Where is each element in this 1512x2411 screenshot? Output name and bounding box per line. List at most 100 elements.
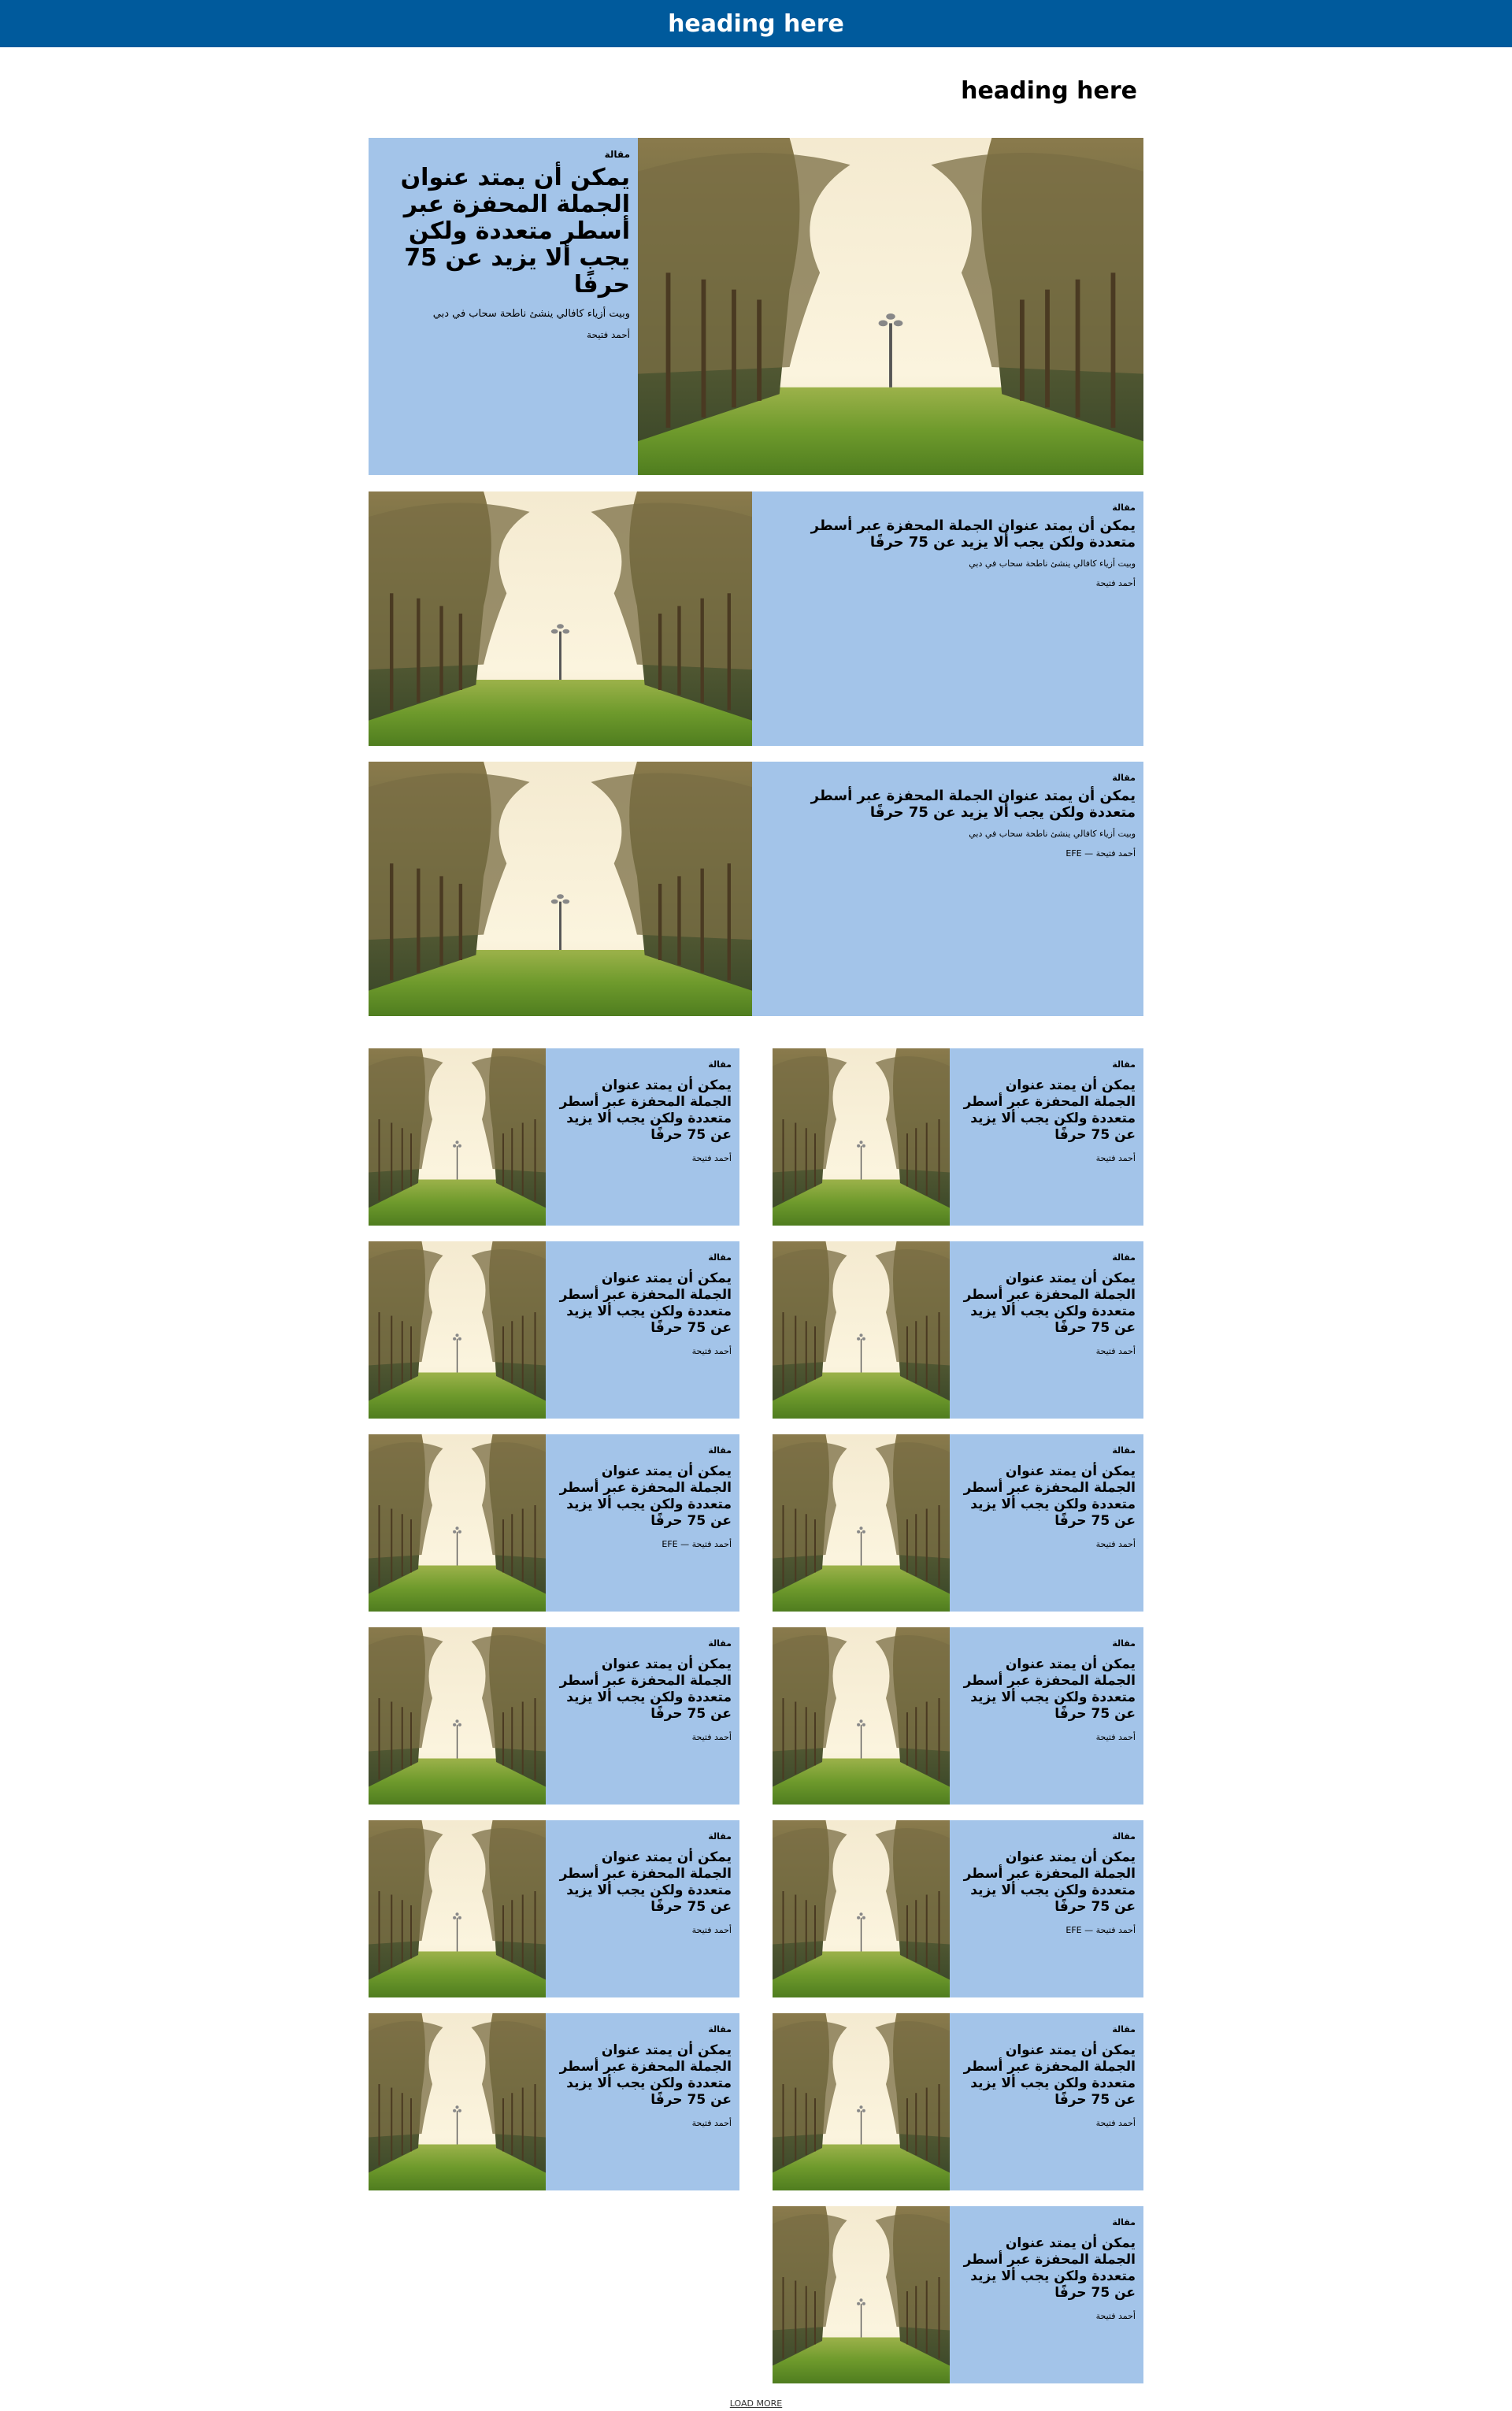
card-title[interactable]: يمكن أن يمتد عنوان الجملة المحفزة عبر أس…	[961, 1078, 1136, 1144]
card-text: مقالة يمكن أن يمتد عنوان الجملة المحفزة ع…	[546, 1048, 739, 1163]
card-image[interactable]	[369, 1627, 546, 1805]
small-card[interactable]: مقالة يمكن أن يمتد عنوان الجملة المحفزة ع…	[369, 2013, 739, 2190]
hero-text: مقالة يمكن أن يمتد عنوان الجملة المحفزة …	[369, 138, 638, 340]
card-image[interactable]	[369, 762, 752, 1016]
card-title[interactable]: يمكن أن يمتد عنوان الجملة المحفزة عبر أس…	[961, 1656, 1136, 1723]
medium-card[interactable]: مقالة يمكن أن يمتد عنوان الجملة المحفزة …	[369, 491, 1143, 746]
card-subtitle: وبيت أزياء كافالي ينشئ ناطحة سحاب في دبي	[969, 558, 1136, 569]
hero-title[interactable]: يمكن أن يمتد عنوان الجملة المحفزة عبر أس…	[384, 165, 630, 299]
card-image[interactable]	[773, 1820, 950, 1997]
hero-card[interactable]: مقالة يمكن أن يمتد عنوان الجملة المحفزة …	[369, 138, 1143, 475]
card-title[interactable]: يمكن أن يمتد عنوان الجملة المحفزة عبر أس…	[768, 517, 1136, 551]
card-text: مقالة يمكن أن يمتد عنوان الجملة المحفزة ع…	[950, 2206, 1143, 2321]
card-author[interactable]: أحمد فتيحة	[557, 1732, 732, 1742]
small-card[interactable]: مقالة يمكن أن يمتد عنوان الجملة المحفزة ع…	[773, 2206, 1143, 2383]
card-category: مقالة	[1112, 773, 1136, 783]
card-author[interactable]: أحمد فتيحة	[961, 2311, 1136, 2321]
card-text: مقالة يمكن أن يمتد عنوان الجملة المحفزة ع…	[950, 1434, 1143, 1549]
section-heading: heading here	[961, 77, 1137, 105]
card-image[interactable]	[369, 1820, 546, 1997]
card-image[interactable]	[369, 1241, 546, 1419]
top-bar: heading here	[0, 0, 1512, 47]
load-more-link[interactable]: LOAD MORE	[0, 2398, 1512, 2409]
card-text: مقالة يمكن أن يمتد عنوان الجملة المحفزة ع…	[950, 1048, 1143, 1163]
hero-subtitle: وبيت أزياء كافالي ينشئ ناطحة سحاب في دبي	[432, 308, 630, 320]
card-category: مقالة	[708, 2024, 732, 2035]
small-card[interactable]: مقالة يمكن أن يمتد عنوان الجملة المحفزة ع…	[773, 1627, 1143, 1805]
card-category: مقالة	[1112, 1059, 1136, 1070]
hero-image[interactable]	[638, 138, 1143, 475]
card-title[interactable]: يمكن أن يمتد عنوان الجملة المحفزة عبر أس…	[961, 1270, 1136, 1337]
hero-author[interactable]: أحمد فتيحة	[384, 329, 630, 340]
card-category: مقالة	[708, 1831, 732, 1842]
card-text: مقالة يمكن أن يمتد عنوان الجملة المحفزة ع…	[546, 1434, 739, 1549]
small-card[interactable]: مقالة يمكن أن يمتد عنوان الجملة المحفزة ع…	[773, 1048, 1143, 1226]
card-category: مقالة	[708, 1252, 732, 1263]
card-text: مقالة يمكن أن يمتد عنوان الجملة المحفزة ع…	[950, 1241, 1143, 1356]
card-image[interactable]	[773, 1241, 950, 1419]
card-image[interactable]	[369, 1434, 546, 1612]
card-category: مقالة	[1112, 1831, 1136, 1842]
card-category: مقالة	[1112, 2024, 1136, 2035]
card-title[interactable]: يمكن أن يمتد عنوان الجملة المحفزة عبر أس…	[557, 1078, 732, 1144]
card-title[interactable]: يمكن أن يمتد عنوان الجملة المحفزة عبر أس…	[961, 1849, 1136, 1916]
card-author[interactable]: أحمد فتيحة	[557, 2118, 732, 2128]
card-author[interactable]: أحمد فتيحة — EFE	[961, 1925, 1136, 1935]
card-author[interactable]: أحمد فتيحة	[557, 1925, 732, 1935]
card-category: مقالة	[1112, 503, 1136, 513]
card-image[interactable]	[773, 2013, 950, 2190]
card-category: مقالة	[708, 1059, 732, 1070]
small-card[interactable]: مقالة يمكن أن يمتد عنوان الجملة المحفزة ع…	[369, 1241, 739, 1419]
card-title[interactable]: يمكن أن يمتد عنوان الجملة المحفزة عبر أس…	[557, 2042, 732, 2109]
small-card[interactable]: مقالة يمكن أن يمتد عنوان الجملة المحفزة ع…	[369, 1820, 739, 1997]
card-author[interactable]: أحمد فتيحة — EFE	[768, 848, 1136, 859]
card-text: مقالة يمكن أن يمتد عنوان الجملة المحفزة ع…	[950, 1820, 1143, 1935]
small-card[interactable]: مقالة يمكن أن يمتد عنوان الجملة المحفزة ع…	[369, 1627, 739, 1805]
small-card[interactable]: مقالة يمكن أن يمتد عنوان الجملة المحفزة ع…	[773, 1434, 1143, 1612]
small-card[interactable]: مقالة يمكن أن يمتد عنوان الجملة المحفزة ع…	[369, 1434, 739, 1612]
card-title[interactable]: يمكن أن يمتد عنوان الجملة المحفزة عبر أس…	[961, 2235, 1136, 2302]
card-title[interactable]: يمكن أن يمتد عنوان الجملة المحفزة عبر أس…	[557, 1270, 732, 1337]
card-author[interactable]: أحمد فتيحة	[557, 1346, 732, 1356]
card-subtitle: وبيت أزياء كافالي ينشئ ناطحة سحاب في دبي	[969, 829, 1136, 839]
card-category: مقالة	[1112, 1252, 1136, 1263]
card-title[interactable]: يمكن أن يمتد عنوان الجملة المحفزة عبر أس…	[557, 1849, 732, 1916]
hero-category: مقالة	[604, 149, 630, 160]
card-author[interactable]: أحمد فتيحة	[961, 1539, 1136, 1549]
card-image[interactable]	[773, 2206, 950, 2383]
card-author[interactable]: أحمد فتيحة	[961, 1153, 1136, 1163]
card-text: مقالة يمكن أن يمتد عنوان الجملة المحفزة ع…	[950, 2013, 1143, 2128]
small-card[interactable]: مقالة يمكن أن يمتد عنوان الجملة المحفزة ع…	[369, 1048, 739, 1226]
card-author[interactable]: أحمد فتيحة	[961, 1346, 1136, 1356]
card-text: مقالة يمكن أن يمتد عنوان الجملة المحفزة ع…	[546, 2013, 739, 2128]
card-category: مقالة	[1112, 2217, 1136, 2227]
card-category: مقالة	[708, 1445, 732, 1456]
small-card[interactable]: مقالة يمكن أن يمتد عنوان الجملة المحفزة ع…	[773, 2013, 1143, 2190]
card-text: مقالة يمكن أن يمتد عنوان الجملة المحفزة ع…	[950, 1627, 1143, 1742]
card-title[interactable]: يمكن أن يمتد عنوان الجملة المحفزة عبر أس…	[961, 1463, 1136, 1530]
card-image[interactable]	[369, 2013, 546, 2190]
card-image[interactable]	[369, 491, 752, 746]
card-title[interactable]: يمكن أن يمتد عنوان الجملة المحفزة عبر أس…	[768, 788, 1136, 821]
card-author[interactable]: أحمد فتيحة	[961, 2118, 1136, 2128]
card-author[interactable]: أحمد فتيحة	[961, 1732, 1136, 1742]
card-title[interactable]: يمكن أن يمتد عنوان الجملة المحفزة عبر أس…	[557, 1463, 732, 1530]
card-title[interactable]: يمكن أن يمتد عنوان الجملة المحفزة عبر أس…	[961, 2042, 1136, 2109]
card-image[interactable]	[369, 1048, 546, 1226]
medium-card[interactable]: مقالة يمكن أن يمتد عنوان الجملة المحفزة …	[369, 762, 1143, 1016]
card-text: مقالة يمكن أن يمتد عنوان الجملة المحفزة …	[752, 762, 1143, 859]
card-author[interactable]: أحمد فتيحة	[768, 578, 1136, 588]
card-author[interactable]: أحمد فتيحة	[557, 1153, 732, 1163]
card-image[interactable]	[773, 1048, 950, 1226]
small-card[interactable]: مقالة يمكن أن يمتد عنوان الجملة المحفزة ع…	[773, 1820, 1143, 1997]
card-image[interactable]	[773, 1627, 950, 1805]
card-text: مقالة يمكن أن يمتد عنوان الجملة المحفزة ع…	[546, 1241, 739, 1356]
card-category: مقالة	[1112, 1445, 1136, 1456]
small-card[interactable]: مقالة يمكن أن يمتد عنوان الجملة المحفزة ع…	[773, 1241, 1143, 1419]
card-category: مقالة	[1112, 1638, 1136, 1649]
card-title[interactable]: يمكن أن يمتد عنوان الجملة المحفزة عبر أس…	[557, 1656, 732, 1723]
card-text: مقالة يمكن أن يمتد عنوان الجملة المحفزة ع…	[546, 1820, 739, 1935]
card-text: مقالة يمكن أن يمتد عنوان الجملة المحفزة …	[752, 491, 1143, 588]
card-author[interactable]: أحمد فتيحة — EFE	[557, 1539, 732, 1549]
card-image[interactable]	[773, 1434, 950, 1612]
